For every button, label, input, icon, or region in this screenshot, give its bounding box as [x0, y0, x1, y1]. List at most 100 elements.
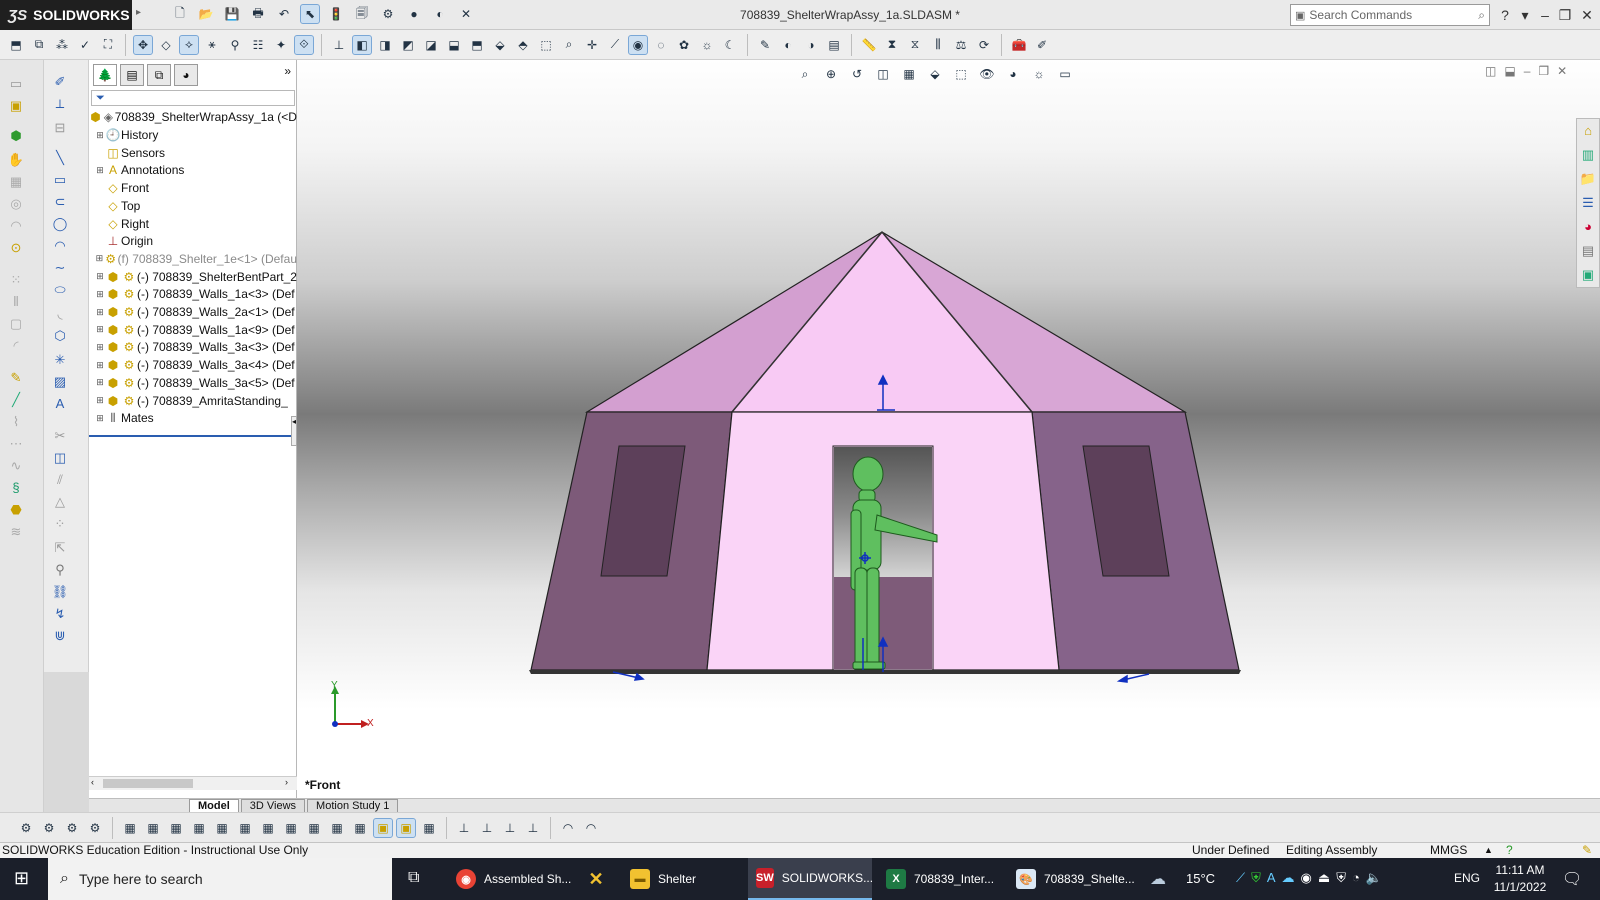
taskbar-app-paint[interactable]: 🎨 708839_Shelte...: [1008, 858, 1140, 900]
normal-to-icon[interactable]: ⊥: [329, 35, 349, 55]
close-icon[interactable]: ✕: [1578, 6, 1596, 24]
view-left-icon[interactable]: ◩: [398, 35, 418, 55]
surface-icon[interactable]: ◠: [558, 818, 578, 838]
view-front-icon[interactable]: ◧: [352, 34, 372, 55]
sketched-bend-icon[interactable]: ▦: [258, 818, 278, 838]
tent-model[interactable]: [297, 60, 1600, 798]
view-palette-icon[interactable]: ☰: [1578, 193, 1598, 213]
scenes-icon[interactable]: ☼: [697, 35, 717, 55]
new-document-icon[interactable]: 🗋: [170, 4, 190, 24]
check-icon[interactable]: ⟳: [974, 35, 994, 55]
isometric-icon[interactable]: ⬙: [490, 35, 510, 55]
tree-item[interactable]: ⊞ ⫴ Mates: [89, 409, 297, 427]
help-dropdown-icon[interactable]: ▾: [1516, 6, 1534, 24]
rectangle-icon[interactable]: ▭: [50, 170, 70, 190]
zoom-to-fit-icon[interactable]: ⌕: [559, 35, 579, 55]
tree-item[interactable]: ⊞ ⬢ ⚙ (-) 708839_Walls_3a<5> (Def: [89, 374, 297, 392]
undo-icon[interactable]: ↶: [274, 4, 294, 24]
move-entities-icon[interactable]: ⇱: [50, 538, 70, 558]
mirror-entities-icon[interactable]: △: [50, 492, 70, 512]
table-icon[interactable]: ▦: [419, 818, 439, 838]
fillet-icon[interactable]: ◜: [6, 336, 26, 356]
tray-usb-icon[interactable]: ⏏: [1318, 870, 1330, 886]
measure-icon[interactable]: ⟋: [605, 35, 625, 55]
section-properties-icon[interactable]: ⫼: [928, 35, 948, 55]
tree-item[interactable]: ◇ Top: [89, 197, 297, 215]
move-component-icon[interactable]: ✥: [133, 34, 153, 55]
feature-icon[interactable]: ▦: [6, 172, 26, 192]
jog-icon[interactable]: ▦: [235, 818, 255, 838]
task-view-icon[interactable]: ⧉: [408, 869, 419, 887]
menu-expand-icon[interactable]: ▸: [136, 7, 144, 23]
notifications-icon[interactable]: 🗨: [1562, 869, 1582, 889]
design-library-icon[interactable]: ▥: [1578, 145, 1598, 165]
custom-properties-icon[interactable]: ▤: [1578, 241, 1598, 261]
graphics-area[interactable]: ⌕ ⊕ ↺ ◫ ▦ ⬙ ⬚ 👁 ◕ ☼ ▭ ◫ ⬓ – ❐ ✕ Y X *Fro…: [297, 60, 1600, 798]
tree-item[interactable]: ◫ Sensors: [89, 144, 297, 162]
reference-geometry-icon[interactable]: ⚹: [202, 35, 222, 55]
clock[interactable]: 11:11 AM 11/1/2022: [1484, 862, 1556, 896]
curve-icon[interactable]: ∿: [6, 456, 26, 476]
slot-icon[interactable]: ⊂: [50, 192, 70, 212]
shaded-icon[interactable]: ◉: [628, 34, 648, 55]
exploded-view-icon[interactable]: ✦: [271, 35, 291, 55]
tree-item[interactable]: ⊞ ⬢ ⚙ (-) 708839_Walls_1a<9> (Def: [89, 321, 297, 339]
search-icon[interactable]: ⌕: [1478, 8, 1485, 23]
units-dropdown-icon[interactable]: ▲: [1484, 843, 1493, 858]
change-transparency-icon[interactable]: ◑: [801, 35, 821, 55]
tree-item[interactable]: ◇ Front: [89, 179, 297, 197]
sweep-icon[interactable]: ◠: [6, 216, 26, 236]
draft-analysis-icon[interactable]: ⊥: [477, 818, 497, 838]
tray-volume-icon[interactable]: 🔈: [1366, 870, 1382, 886]
hem-icon[interactable]: ▦: [212, 818, 232, 838]
trim-extend-icon[interactable]: ⚙: [85, 818, 105, 838]
insert-components-icon[interactable]: ⬒: [6, 35, 26, 55]
feature-tree-tab-icon[interactable]: 🌲: [93, 64, 117, 86]
windows-start-icon[interactable]: ⊞: [14, 868, 29, 889]
expand-toggle-icon[interactable]: ⊞: [95, 395, 105, 406]
sketch-icon[interactable]: ✐: [50, 72, 70, 92]
scroll-right-icon[interactable]: ›: [285, 777, 288, 787]
view-bottom-icon[interactable]: ⬒: [467, 35, 487, 55]
units-selector[interactable]: MMGS: [1430, 843, 1467, 858]
hide-show-icon[interactable]: ◐: [778, 35, 798, 55]
expand-toggle-icon[interactable]: ⊞: [95, 253, 104, 264]
new-motion-study-icon[interactable]: ⚲: [225, 35, 245, 55]
display-relations-icon[interactable]: ⚲: [50, 560, 70, 580]
line-tool-icon[interactable]: ╱: [6, 390, 26, 410]
relations-icon[interactable]: ⊟: [50, 118, 70, 138]
temperature-text[interactable]: 15°C: [1186, 871, 1215, 886]
expand-toggle-icon[interactable]: ⊞: [95, 413, 105, 424]
assembly-features-icon[interactable]: ⟡: [179, 34, 199, 55]
base-flange-icon[interactable]: ▦: [143, 818, 163, 838]
appearances-scenes-icon[interactable]: ◕: [1578, 217, 1598, 237]
wrap-icon[interactable]: ⌇: [6, 412, 26, 432]
print-icon[interactable]: 🖶: [248, 4, 268, 24]
realview-icon[interactable]: ☾: [720, 35, 740, 55]
insert-bends-icon[interactable]: ▣: [373, 817, 393, 838]
fillet-sketch-icon[interactable]: ◟: [50, 304, 70, 324]
tray-shield-icon[interactable]: ⛨: [1251, 870, 1261, 886]
structural-member-icon[interactable]: ⚙: [39, 818, 59, 838]
select-icon[interactable]: ⬉: [300, 4, 320, 24]
unfold-icon[interactable]: ▦: [281, 818, 301, 838]
expand-toggle-icon[interactable]: ⊞: [95, 271, 105, 282]
circle-icon[interactable]: ◯: [50, 214, 70, 234]
expand-panel-icon[interactable]: »: [284, 64, 291, 88]
spring-icon[interactable]: ≋: [6, 522, 26, 542]
dimension-icon[interactable]: ✎: [6, 368, 26, 388]
edge-flange-icon[interactable]: ▦: [166, 818, 186, 838]
tree-item[interactable]: ⊥ Origin: [89, 232, 297, 250]
tree-filter[interactable]: ⏷: [91, 90, 295, 106]
taskbar-app-pinned[interactable]: ✕: [578, 858, 618, 900]
tree-item[interactable]: ⊞ A Annotations: [89, 161, 297, 179]
minimize-icon[interactable]: –: [1536, 6, 1554, 24]
gusset-icon[interactable]: ⚙: [62, 818, 82, 838]
taskbar-app-folder[interactable]: ▬ Shelter: [622, 858, 742, 900]
tree-item[interactable]: ⊞ ⬢ ⚙ (-) 708839_AmritaStanding_: [89, 392, 297, 410]
taskbar-app-excel[interactable]: X 708839_Inter...: [878, 858, 1002, 900]
tab-model[interactable]: Model: [189, 798, 239, 813]
expand-toggle-icon[interactable]: ⊞: [95, 324, 105, 335]
toolbox-icon[interactable]: 🧰: [1009, 35, 1029, 55]
hidden-lines-icon[interactable]: ◌: [651, 35, 671, 55]
